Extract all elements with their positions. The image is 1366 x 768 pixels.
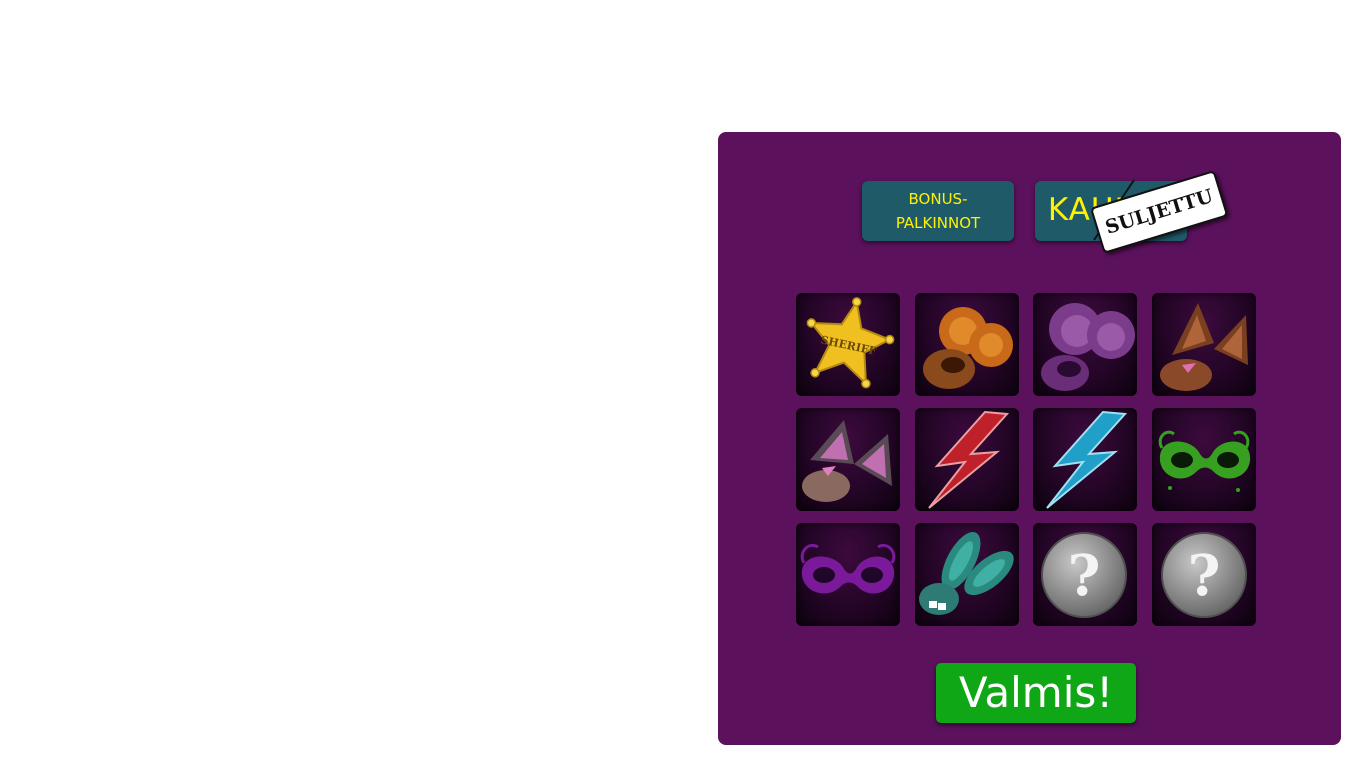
item-slot-locked[interactable]: ?: [1033, 523, 1137, 626]
locked-item-question-icon: ?: [1160, 532, 1247, 618]
brown-cat-ears-icon: [1159, 303, 1248, 391]
locked-item-question-icon: ?: [1041, 532, 1127, 618]
item-slot[interactable]: [914, 523, 1019, 626]
item-slot[interactable]: [1151, 408, 1256, 511]
sign-string: [1093, 179, 1135, 241]
sheriff-badge-icon: SHERIFF: [806, 297, 895, 389]
item-selection-panel: BONUS- PALKINNOT KAUPPA SULJETTU SHERIFF: [718, 132, 1341, 745]
item-slot[interactable]: [914, 293, 1019, 396]
item-grid: SHERIFF ? ?: [796, 293, 1256, 626]
orange-bear-ears-icon: [922, 307, 1013, 389]
ready-button[interactable]: Valmis!: [936, 663, 1136, 723]
blue-lightning-bolt-icon: [1046, 410, 1128, 509]
item-slot[interactable]: [1151, 293, 1256, 396]
green-mask-icon: [1158, 430, 1250, 492]
item-slot[interactable]: [1033, 408, 1137, 511]
pink-cat-ears-icon: [802, 420, 892, 502]
purple-mask-icon: [800, 544, 896, 594]
item-slot[interactable]: [914, 408, 1019, 511]
locked-question-mark: ?: [1187, 543, 1220, 609]
ready-button-label: Valmis!: [958, 668, 1114, 717]
teal-bunny-ears-icon: [918, 531, 1014, 615]
locked-question-mark: ?: [1068, 543, 1101, 609]
item-slot[interactable]: SHERIFF: [796, 293, 900, 396]
item-slot[interactable]: [796, 523, 900, 626]
item-slot[interactable]: [796, 408, 900, 511]
item-slot[interactable]: [1033, 293, 1137, 396]
red-lightning-bolt-icon: [927, 410, 1009, 509]
item-slot-locked[interactable]: ?: [1151, 523, 1256, 626]
purple-mouse-ears-icon: [1041, 303, 1135, 391]
